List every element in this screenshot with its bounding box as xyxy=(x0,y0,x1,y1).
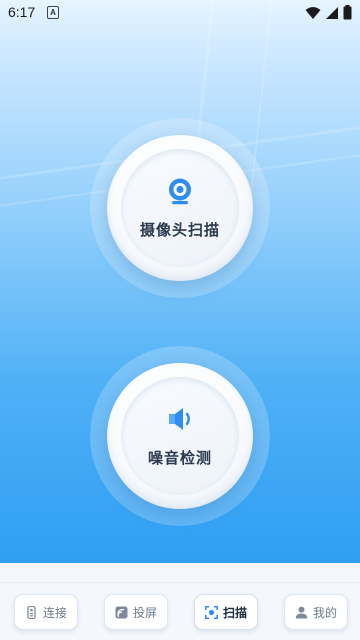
nav-item-scan[interactable]: 扫描 xyxy=(194,594,258,630)
scan-icon xyxy=(205,605,218,619)
status-time: 6:17 xyxy=(8,4,36,20)
nav-label-cast: 投屏 xyxy=(132,605,157,620)
cast-icon xyxy=(115,606,128,618)
screen: 6:17 A 摄像头扫描 噪音检测 连接 投屏 扫描 我的 xyxy=(0,0,360,640)
nav-label-mine: 我的 xyxy=(312,605,337,620)
system-icons xyxy=(305,5,352,20)
nav-label-scan: 扫描 xyxy=(222,605,247,620)
status-bar: 6:17 A xyxy=(0,0,360,24)
nav-item-connect[interactable]: 连接 xyxy=(14,594,78,630)
noise-detect-button[interactable]: 噪音检测 xyxy=(107,363,253,509)
speaker-icon xyxy=(169,407,190,430)
nav-item-cast[interactable]: 投屏 xyxy=(104,594,168,630)
bottom-nav: 连接 投屏 扫描 我的 xyxy=(0,582,360,640)
nav-label-connect: 连接 xyxy=(42,605,67,620)
user-icon xyxy=(295,606,308,618)
camera-scan-button[interactable]: 摄像头扫描 xyxy=(107,135,253,281)
noise-detect-label: 噪音检测 xyxy=(147,448,212,467)
remote-icon xyxy=(27,605,36,619)
signal-icon xyxy=(326,6,338,19)
camera-scan-inner-ring xyxy=(121,149,239,267)
battery-icon xyxy=(343,5,352,20)
wifi-icon xyxy=(305,6,321,19)
nav-item-mine[interactable]: 我的 xyxy=(284,594,348,630)
camera-scan-label: 摄像头扫描 xyxy=(139,220,220,239)
noise-detect-inner-ring xyxy=(121,377,239,495)
camera-icon xyxy=(169,178,191,204)
notification-a-icon: A xyxy=(47,6,59,19)
